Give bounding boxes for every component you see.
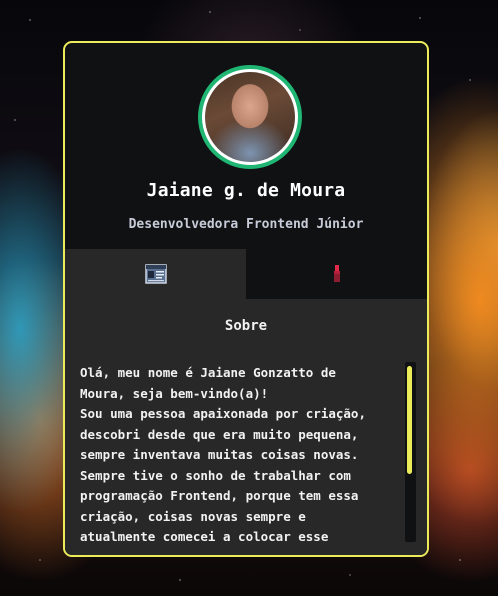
profile-role: Desenvolvedora Frontend Júnior bbox=[128, 217, 364, 232]
profile-card: Jaiane g. de Moura Desenvolvedora Fronte… bbox=[63, 41, 429, 557]
profile-photo bbox=[205, 72, 295, 162]
id-card-icon bbox=[144, 264, 167, 284]
scrollbar[interactable] bbox=[405, 362, 416, 542]
tab-bar bbox=[65, 249, 427, 299]
tab-interests[interactable] bbox=[246, 249, 427, 299]
about-panel: Sobre Olá, meu nome é Jaiane Gonzatto de… bbox=[65, 299, 427, 555]
lipstick-icon bbox=[333, 265, 340, 282]
avatar bbox=[198, 65, 302, 169]
scrollbar-thumb[interactable] bbox=[407, 366, 412, 474]
tab-about[interactable] bbox=[65, 249, 246, 299]
about-text[interactable]: Olá, meu nome é Jaiane Gonzatto de Moura… bbox=[80, 363, 390, 543]
section-title: Sobre bbox=[224, 318, 268, 334]
profile-name: Jaiane g. de Moura bbox=[146, 180, 346, 201]
